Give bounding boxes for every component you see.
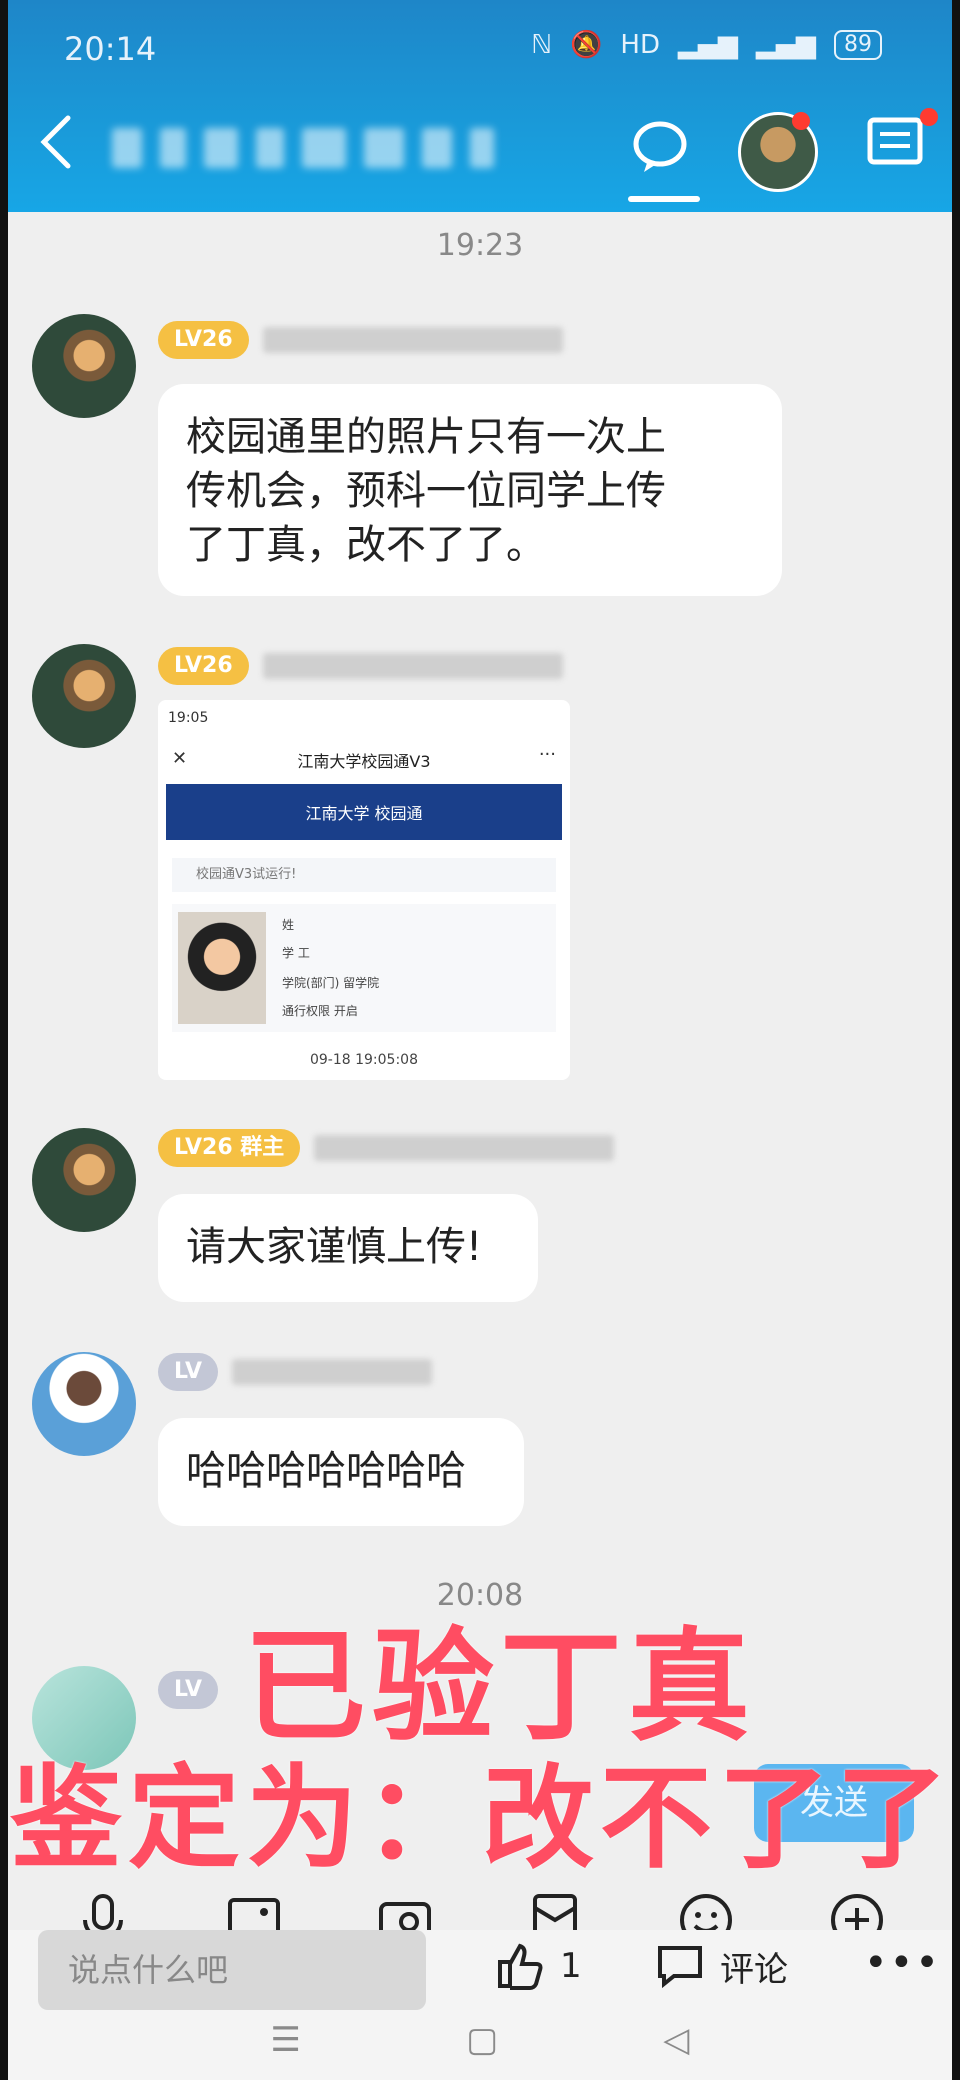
screenshot-id-card: 姓 学 工 学院(部门) 留学院 通行权限 开启 — [172, 904, 556, 1032]
comment-icon — [658, 1946, 702, 1989]
screenshot-bar-text: 江南大学 校园通 — [305, 804, 423, 823]
like-button[interactable]: 1 — [494, 1940, 582, 1992]
screenshot-notice: 校园通V3试运行! — [172, 858, 556, 892]
signal2-icon: ▂▄▆ — [756, 30, 816, 60]
screenshot-app-bar: 江南大学 校园通 — [166, 784, 562, 840]
signal-icon: ▂▄▆ — [678, 30, 738, 60]
like-count: 1 — [560, 1946, 582, 1986]
id-row: 通行权限 开启 — [282, 1004, 358, 1018]
sender-avatar[interactable] — [32, 314, 136, 418]
id-photo — [178, 912, 266, 1024]
chat-header: 20:14 ℕ 🔕 HD ▂▄▆ ▂▄▆ 89 — [8, 0, 952, 212]
message-bubble[interactable]: 请大家谨慎上传! — [158, 1194, 538, 1302]
status-time: 20:14 — [64, 30, 157, 68]
sender-meta: LV26 — [158, 644, 563, 688]
level-badge: LV — [158, 1353, 219, 1391]
overlay-caption-line2: 鉴定为：改不了了 — [10, 1754, 952, 1884]
more-options-icon[interactable]: ••• — [864, 1940, 941, 1986]
avatar-notification-dot — [792, 112, 810, 130]
message-text: 请大家谨慎上传! — [186, 1224, 483, 1270]
chat-bubble-icon — [633, 121, 687, 172]
sender-name-blurred — [232, 1359, 433, 1385]
thumbs-up-icon — [498, 1943, 543, 1990]
screenshot-status-time: 19:05 — [168, 710, 209, 726]
screenshot-date: 09-18 19:05:08 — [309, 1052, 418, 1068]
phone-screen: 20:14 ℕ 🔕 HD ▂▄▆ ▂▄▆ 89 19:23 LV26 校园通里的… — [8, 0, 952, 2080]
system-nav-bar: ☰ ▢ ◁ — [8, 2020, 952, 2070]
menu-notification-dot — [920, 108, 938, 126]
id-row: 学 工 — [282, 946, 310, 960]
sender-avatar[interactable] — [32, 1128, 136, 1232]
message-bubble[interactable]: 校园通里的照片只有一次上 传机会，预科一位同学上传 了丁真，改不了了。 — [158, 384, 782, 596]
sender-meta: LV — [158, 1350, 433, 1394]
video-bottom-bar: 说点什么吧 1 评论 ••• ☰ ▢ ◁ — [8, 1930, 952, 2080]
level-badge: LV — [158, 1671, 219, 1709]
chat-tab[interactable] — [620, 112, 700, 208]
comment-input[interactable]: 说点什么吧 — [38, 1930, 426, 2010]
comment-label: 评论 — [720, 1949, 788, 1990]
nfc-icon: ℕ — [531, 30, 553, 60]
sender-avatar[interactable] — [32, 1352, 136, 1456]
level-badge: LV26 群主 — [158, 1129, 301, 1167]
level-badge: LV26 — [158, 321, 249, 359]
tab-underline — [628, 196, 700, 202]
hd-icon: HD — [620, 30, 660, 60]
screenshot-title: 江南大学校园通V3 — [297, 752, 431, 771]
message-text: 哈哈哈哈哈哈哈 — [186, 1448, 466, 1494]
mute-icon: 🔕 — [570, 30, 603, 60]
battery-icon: 89 — [834, 30, 882, 60]
sender-meta: LV26 群主 — [158, 1126, 615, 1170]
sender-meta: LV26 — [158, 318, 563, 362]
back-nav-icon[interactable]: ◁ — [663, 2020, 689, 2070]
message-bubble[interactable]: 哈哈哈哈哈哈哈 — [158, 1418, 524, 1526]
back-arrow-icon[interactable] — [34, 112, 82, 172]
list-icon[interactable] — [866, 112, 924, 170]
sender-avatar[interactable] — [32, 644, 136, 748]
status-icons: ℕ 🔕 HD ▂▄▆ ▂▄▆ 89 — [531, 30, 882, 60]
home-nav-icon[interactable]: ▢ — [466, 2020, 498, 2070]
menu-nav-icon[interactable]: ☰ — [271, 2020, 301, 2070]
image-message[interactable]: 19:05 ✕ 江南大学校园通V3 ··· 江南大学 校园通 校园通V3试运行!… — [158, 700, 570, 1080]
id-row: 学院(部门) 留学院 — [282, 976, 380, 990]
comment-button[interactable]: 评论 — [654, 1940, 788, 1992]
sender-name-blurred — [262, 327, 563, 353]
message-text-line: 传机会，预科一位同学上传 — [186, 468, 666, 514]
sender-name-blurred — [314, 1135, 615, 1161]
message-text-line: 了丁真，改不了了。 — [186, 522, 546, 568]
message-text-line: 校园通里的照片只有一次上 — [186, 414, 666, 460]
status-bar: 20:14 ℕ 🔕 HD ▂▄▆ ▂▄▆ 89 — [8, 0, 952, 104]
id-row: 姓 — [282, 918, 295, 932]
level-badge: LV26 — [158, 647, 249, 685]
sender-name-blurred — [262, 653, 563, 679]
more-icon: ··· — [538, 744, 556, 765]
timestamp: 19:23 — [436, 228, 524, 263]
group-title-blurred — [112, 118, 522, 178]
sender-meta: LV — [158, 1668, 219, 1712]
